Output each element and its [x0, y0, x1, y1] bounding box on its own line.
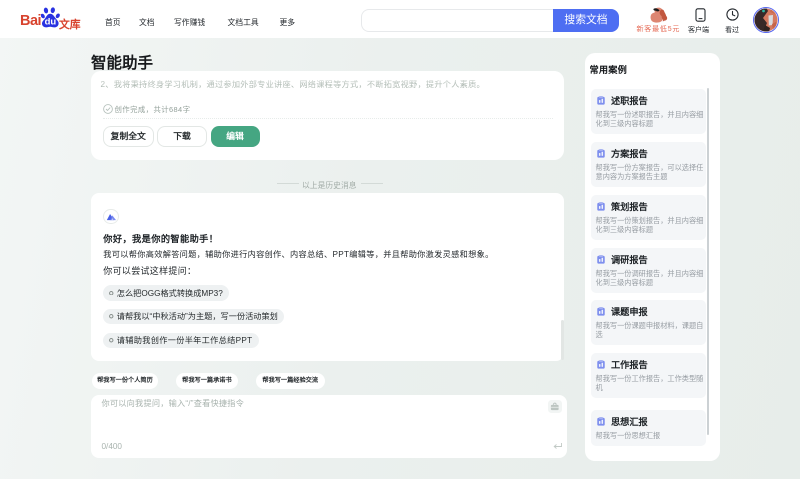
svg-text:du: du — [45, 17, 57, 28]
